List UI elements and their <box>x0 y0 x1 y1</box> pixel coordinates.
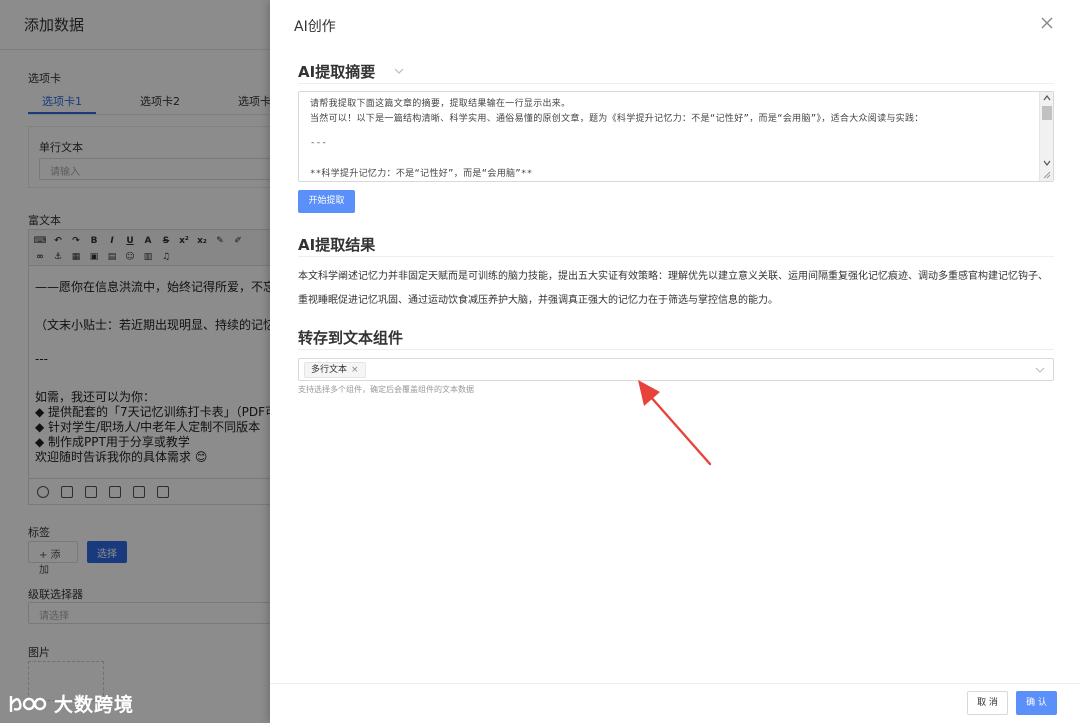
confirm-button[interactable]: 确 认 <box>1016 691 1057 715</box>
start-extract-button[interactable]: 开始提取 <box>298 190 355 213</box>
extract-result-text: 本文科学阐述记忆力并非固定天赋而是可训练的脑力技能，提出五大实证有效策略：理解优… <box>298 271 1048 306</box>
tag-close-icon[interactable]: × <box>351 363 359 377</box>
selected-tag-label: 多行文本 <box>311 365 348 375</box>
watermark-text: 大数跨境 <box>54 694 135 716</box>
section-divider <box>298 349 1054 350</box>
section-divider <box>298 256 1054 257</box>
extract-section-title: AI提取摘要 <box>298 63 376 81</box>
scroll-down-icon[interactable] <box>1043 160 1051 166</box>
close-icon[interactable] <box>1038 14 1056 32</box>
scrollbar-thumb[interactable] <box>1042 106 1052 120</box>
chevron-down-icon[interactable] <box>393 66 405 76</box>
watermark-logo-icon <box>9 695 47 712</box>
prompt-textarea[interactable]: 请帮我提取下面这篇文章的摘要，提取结果输在一行显示出来。 当然可以！以下是一篇结… <box>298 91 1054 182</box>
prompt-line: 当然可以！以下是一篇结构清晰、科学实用、通俗易懂的原创文章，题为《科学提升记忆力… <box>310 114 924 124</box>
drawer-title: AI创作 <box>294 19 336 35</box>
save-section-title: 转存到文本组件 <box>298 329 404 347</box>
drawer-footer: 取 消 确 认 <box>270 683 1080 723</box>
selected-tag: 多行文本 × <box>304 362 366 378</box>
textarea-scrollbar[interactable] <box>1039 92 1053 181</box>
cancel-button[interactable]: 取 消 <box>967 691 1008 715</box>
scroll-up-icon[interactable] <box>1043 95 1051 101</box>
select-hint: 支持选择多个组件，确定后会覆盖组件的文本数据 <box>298 385 474 394</box>
section-divider <box>298 83 1054 84</box>
chevron-down-icon[interactable] <box>1035 366 1045 374</box>
red-arrow-annotation <box>638 380 712 466</box>
result-section-title: AI提取结果 <box>298 236 376 254</box>
prompt-line: **科学提升记忆力：不是“记性好”，而是“会用脑”** <box>310 169 533 179</box>
ai-creation-drawer: AI创作 AI提取摘要 请帮我提取下面这篇文章的摘要，提取结果输在一行显示出来。… <box>270 0 1080 723</box>
resize-handle-icon[interactable] <box>1042 170 1051 179</box>
watermark: 大数跨境 <box>8 690 134 717</box>
prompt-line: --- <box>310 138 328 148</box>
prompt-line: 请帮我提取下面这篇文章的摘要，提取结果输在一行显示出来。 <box>310 99 571 109</box>
